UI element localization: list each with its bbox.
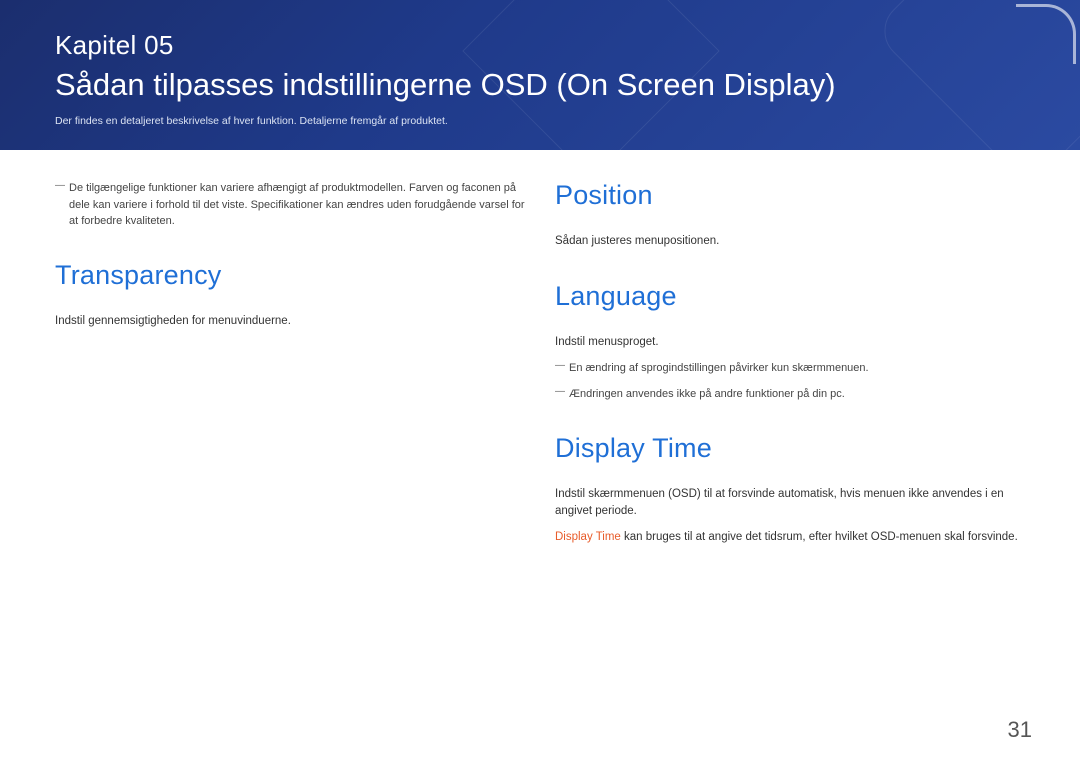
chapter-subtitle: Der findes en detaljeret beskrivelse af …	[55, 115, 1025, 127]
text-display-time-1: Indstil skærmmenuen (OSD) til at forsvin…	[555, 486, 1025, 522]
heading-language: Language	[555, 281, 1025, 312]
page: Kapitel 05 Sådan tilpasses indstillinger…	[0, 0, 1080, 763]
text-transparency: Indstil gennemsigtigheden for menuvindue…	[55, 313, 525, 331]
chapter-header: Kapitel 05 Sådan tilpasses indstillinger…	[0, 0, 1080, 150]
left-column: De tilgængelige funktioner kan variere a…	[55, 180, 525, 555]
corner-decoration	[1016, 4, 1076, 64]
heading-transparency: Transparency	[55, 260, 525, 291]
display-time-highlight: Display Time	[555, 531, 621, 543]
chapter-title: Sådan tilpasses indstillingerne OSD (On …	[55, 67, 1025, 103]
text-position: Sådan justeres menupositionen.	[555, 233, 1025, 251]
availability-note: De tilgængelige funktioner kan variere a…	[55, 180, 525, 230]
right-column: Position Sådan justeres menupositionen. …	[555, 180, 1025, 555]
language-note-1: En ændring af sprogindstillingen påvirke…	[555, 360, 1025, 377]
language-note-2: Ændringen anvendes ikke på andre funktio…	[555, 386, 1025, 403]
heading-position: Position	[555, 180, 1025, 211]
page-number: 31	[1008, 717, 1032, 743]
chapter-label: Kapitel 05	[55, 30, 1025, 61]
text-language: Indstil menusproget.	[555, 334, 1025, 352]
display-time-rest: kan bruges til at angive det tidsrum, ef…	[621, 531, 1018, 543]
content-columns: De tilgængelige funktioner kan variere a…	[0, 150, 1080, 555]
text-display-time-2: Display Time kan bruges til at angive de…	[555, 529, 1025, 547]
heading-display-time: Display Time	[555, 433, 1025, 464]
